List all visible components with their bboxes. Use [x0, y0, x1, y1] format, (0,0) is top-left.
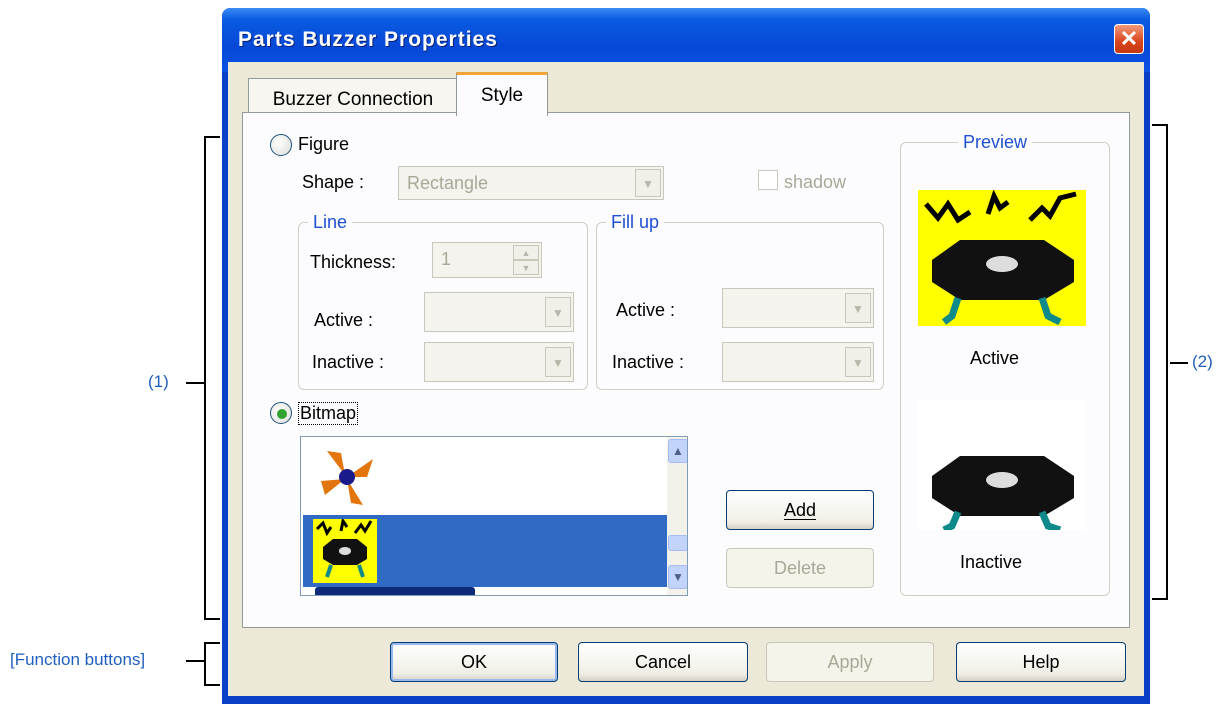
- help-button[interactable]: Help: [956, 642, 1126, 682]
- window-title: Parts Buzzer Properties: [238, 28, 498, 51]
- ok-button[interactable]: OK: [390, 642, 558, 682]
- annotation-tick-1: [186, 382, 204, 384]
- annotation-bracket-2: [1152, 124, 1168, 600]
- preview-active-label: Active: [970, 348, 1020, 368]
- tab-buzzer-connection[interactable]: Buzzer Connection: [248, 78, 458, 114]
- preview-inactive-image: [918, 400, 1086, 530]
- chevron-down-icon[interactable]: ▼: [545, 297, 571, 327]
- add-button[interactable]: Add: [726, 490, 874, 530]
- chevron-down-icon[interactable]: ▼: [635, 169, 661, 197]
- ok-button-label: OK: [460, 652, 487, 672]
- preview-inactive-label: Inactive: [960, 552, 1023, 572]
- thickness-label: Thickness:: [310, 252, 397, 272]
- cancel-button-label: Cancel: [634, 652, 692, 672]
- bitmap-radio-label[interactable]: Bitmap: [298, 402, 359, 425]
- chevron-down-icon[interactable]: ▼: [845, 293, 871, 323]
- list-item[interactable]: [303, 439, 667, 517]
- line-group-title: Line: [308, 212, 353, 233]
- list-scrollbar[interactable]: ▲ ▼: [667, 437, 687, 595]
- scroll-down-icon[interactable]: ▼: [668, 565, 687, 589]
- add-button-label: Add: [783, 500, 817, 520]
- preview-active-image: [918, 190, 1086, 326]
- help-button-label: Help: [1022, 652, 1060, 672]
- annotation-label-function-buttons: [Function buttons]: [10, 650, 146, 669]
- annotation-bracket-1: [204, 136, 220, 620]
- annotation-tick-2: [1170, 362, 1188, 364]
- radio-selected-dot: [277, 409, 287, 419]
- annotation-tick-function: [186, 660, 204, 662]
- chevron-down-icon[interactable]: ▼: [545, 347, 571, 377]
- shadow-checkbox[interactable]: [758, 170, 778, 190]
- scroll-up-icon[interactable]: ▲: [668, 439, 687, 463]
- line-inactive-label: Inactive :: [312, 352, 385, 372]
- cancel-button[interactable]: Cancel: [578, 642, 748, 682]
- thickness-value: 1: [441, 249, 452, 269]
- figure-radio[interactable]: [270, 134, 292, 156]
- line-active-select[interactable]: ▼: [424, 292, 574, 332]
- bitmap-radio[interactable]: [270, 402, 292, 424]
- fill-inactive-label: Inactive :: [612, 352, 685, 372]
- annotation-label-1: (1): [148, 372, 169, 391]
- list-item-selected[interactable]: [303, 515, 667, 587]
- line-active-label: Active :: [314, 310, 374, 330]
- thickness-spinner[interactable]: 1 ▲ ▼: [432, 242, 542, 278]
- list-item-partial[interactable]: [315, 587, 475, 595]
- chevron-down-icon[interactable]: ▼: [845, 347, 871, 377]
- apply-button-label: Apply: [827, 652, 873, 672]
- fill-group-title: Fill up: [606, 212, 665, 233]
- scroll-thumb[interactable]: [668, 535, 687, 551]
- annotation-label-2: (2): [1192, 352, 1213, 371]
- shadow-label: shadow: [784, 172, 847, 192]
- bitmap-list[interactable]: ▲ ▼: [300, 436, 688, 596]
- shape-select[interactable]: Rectangle ▼: [398, 166, 664, 200]
- buzzer-thumbnail-icon: [313, 519, 377, 583]
- line-inactive-select[interactable]: ▼: [424, 342, 574, 382]
- shape-label: Shape :: [302, 172, 365, 192]
- fill-active-select[interactable]: ▼: [722, 288, 874, 328]
- fan-icon: [321, 451, 373, 505]
- figure-radio-label[interactable]: Figure: [298, 134, 349, 155]
- tab-style[interactable]: Style: [456, 72, 548, 116]
- spin-up-icon[interactable]: ▲: [513, 245, 539, 260]
- annotation-bracket-function: [204, 642, 220, 686]
- apply-button[interactable]: Apply: [766, 642, 934, 682]
- fill-active-label: Active :: [616, 300, 676, 320]
- delete-button-label: Delete: [773, 558, 827, 578]
- close-icon[interactable]: ✕: [1114, 24, 1144, 54]
- delete-button[interactable]: Delete: [726, 548, 874, 588]
- fill-inactive-select[interactable]: ▼: [722, 342, 874, 382]
- preview-group-title: Preview: [958, 132, 1033, 153]
- spin-down-icon[interactable]: ▼: [513, 260, 539, 275]
- shape-select-value: Rectangle: [407, 173, 489, 193]
